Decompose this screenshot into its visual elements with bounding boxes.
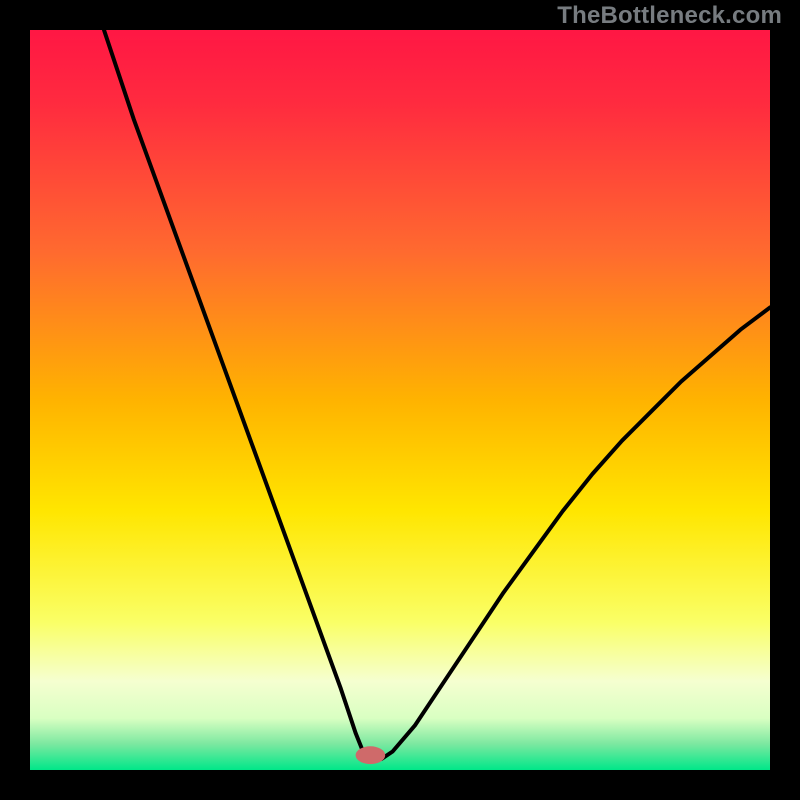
optimum-marker	[356, 746, 386, 764]
chart-svg	[30, 30, 770, 770]
chart-frame: TheBottleneck.com 0 100 0 100 line	[0, 0, 800, 800]
plot-area	[30, 30, 770, 770]
attribution-text: TheBottleneck.com	[557, 2, 782, 30]
